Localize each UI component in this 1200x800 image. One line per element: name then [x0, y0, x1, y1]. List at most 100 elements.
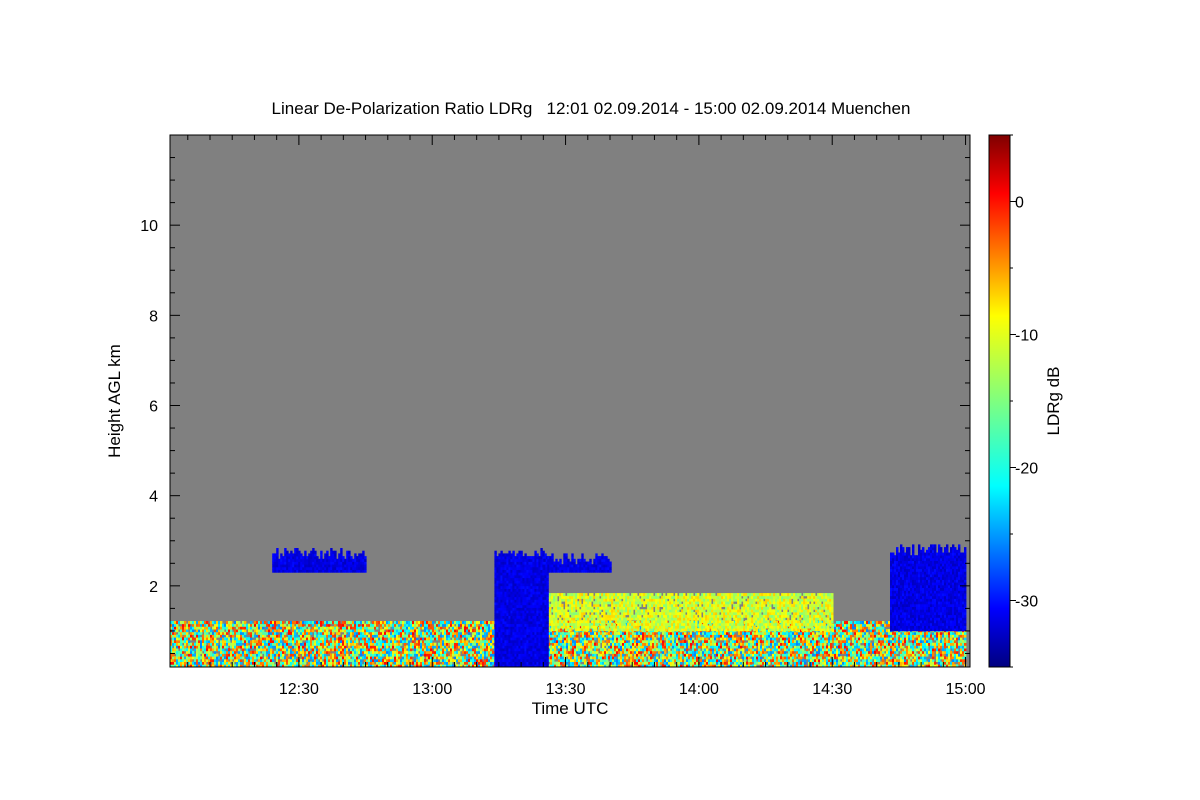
heat-cell [184, 645, 187, 649]
heat-cell [226, 658, 229, 662]
heat-cell [626, 656, 629, 660]
heat-cell [454, 648, 457, 652]
heat-cell [790, 661, 793, 665]
heat-cell [398, 656, 401, 660]
heat-cell [216, 653, 219, 657]
heat-cell [484, 656, 487, 660]
heat-cell [242, 656, 245, 660]
heat-cell [282, 621, 285, 625]
heat-cell [244, 631, 247, 635]
heat-cell [302, 645, 305, 649]
heat-cell [222, 634, 225, 638]
heat-cell [706, 637, 709, 641]
heat-cell [560, 637, 563, 641]
heat-cell [588, 653, 591, 657]
heat-cell [268, 626, 271, 630]
heat-cell [750, 661, 753, 665]
heat-cell [238, 621, 241, 625]
heat-cell [664, 648, 667, 652]
heat-cell [740, 658, 743, 662]
heat-cell [686, 648, 689, 652]
heat-cell [334, 623, 337, 627]
heat-cell [288, 629, 291, 633]
heat-cell [244, 634, 247, 638]
heat-cell [284, 631, 287, 635]
heat-cell [320, 658, 323, 662]
heat-cell [308, 626, 311, 630]
heat-cell [630, 637, 633, 641]
heat-cell [372, 661, 375, 665]
heat-cell [344, 631, 347, 635]
heat-cell [240, 642, 243, 646]
heat-cell [712, 656, 715, 660]
heat-cell [664, 650, 667, 654]
heat-cell [328, 650, 331, 654]
heat-cell [576, 634, 579, 638]
heat-cell [282, 653, 285, 657]
heat-cell [602, 653, 605, 657]
heat-cell [644, 656, 647, 660]
heat-cell [228, 648, 231, 652]
heat-cell [778, 648, 781, 652]
heat-cell [410, 648, 413, 652]
heat-cell [320, 623, 323, 627]
heat-cell [566, 661, 569, 665]
heat-cell [174, 631, 177, 635]
heat-cell [336, 634, 339, 638]
heat-cell [448, 637, 451, 641]
heat-cell [620, 661, 623, 665]
heat-cell [686, 637, 689, 641]
heat-cell [734, 634, 737, 638]
heat-cell [436, 658, 439, 662]
heat-cell [768, 653, 771, 657]
heat-cell [830, 642, 833, 646]
heat-cell [458, 653, 461, 657]
heat-cell [200, 650, 203, 654]
heat-cell [222, 653, 225, 657]
heat-cell [232, 634, 235, 638]
heat-cell [364, 634, 367, 638]
heat-cell [768, 661, 771, 665]
heat-cell [736, 642, 739, 646]
heat-cell [652, 634, 655, 638]
heat-cell [324, 637, 327, 641]
heat-cell [692, 637, 695, 641]
heat-cell [380, 626, 383, 630]
heat-cell [614, 656, 617, 660]
heat-cell [226, 634, 229, 638]
heat-cell [804, 661, 807, 665]
heat-cell [302, 623, 305, 627]
heat-cell [490, 648, 493, 652]
heat-cell [216, 658, 219, 662]
heat-cell [272, 658, 275, 662]
heat-cell [756, 637, 759, 641]
heat-cell [308, 623, 311, 627]
heat-cell [472, 634, 475, 638]
heat-cell [446, 645, 449, 649]
heat-cell [586, 650, 589, 654]
heat-cell [338, 631, 341, 635]
heat-cell [672, 661, 675, 665]
heat-cell [382, 648, 385, 652]
heat-cell [408, 639, 411, 643]
heat-cell [326, 629, 329, 633]
heat-cell [662, 653, 665, 657]
heat-cell [706, 648, 709, 652]
heat-cell [280, 639, 283, 643]
heat-cell [626, 639, 629, 643]
heat-cell [708, 653, 711, 657]
heat-cell [456, 637, 459, 641]
heat-cell [326, 639, 329, 643]
heat-cell [570, 637, 573, 641]
heat-cell [434, 642, 437, 646]
heat-cell [244, 629, 247, 633]
heat-cell [394, 639, 397, 643]
heat-cell [598, 642, 601, 646]
heat-cell [816, 639, 819, 643]
heat-cell [322, 648, 325, 652]
heat-cell [646, 653, 649, 657]
heat-cell [204, 661, 207, 665]
heat-cell [792, 650, 795, 654]
heat-cell [434, 648, 437, 652]
heat-cell [220, 621, 223, 625]
